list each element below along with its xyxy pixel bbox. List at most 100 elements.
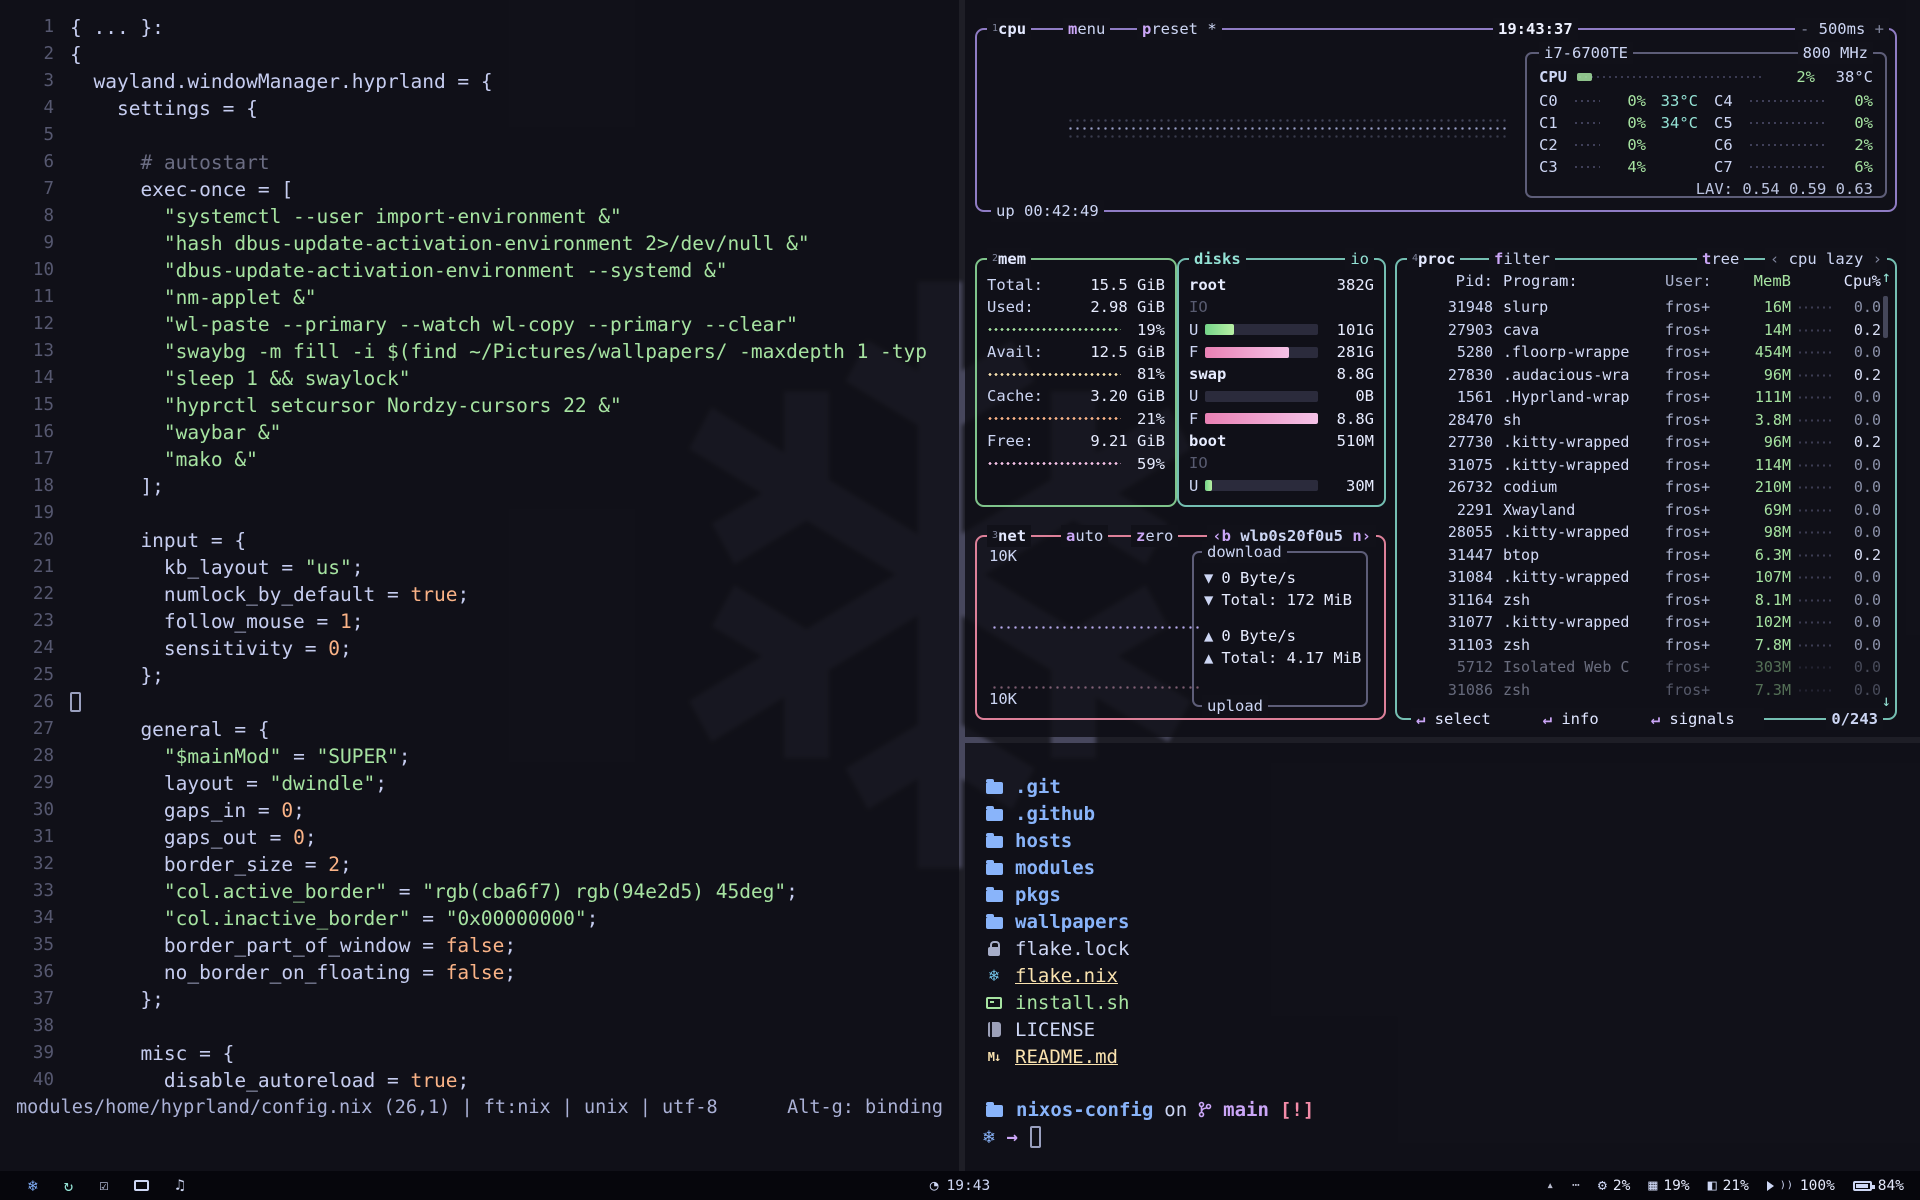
editor-line[interactable]: 3 wayland.windowManager.hyprland = { [0, 68, 959, 95]
file-entry[interactable]: ❄flake.nix [983, 962, 1920, 989]
process-scrollbar[interactable] [1883, 296, 1888, 338]
proc-footer-button[interactable]: ↵ select [1416, 708, 1491, 730]
memory-box-title[interactable]: 2mem [987, 248, 1031, 270]
process-row[interactable]: 31948slurpfros+16M0.0 [1411, 296, 1881, 319]
editor-line[interactable]: 25 }; [0, 662, 959, 689]
preset-button[interactable]: preset * [1137, 18, 1222, 40]
terminal-launcher-icon[interactable] [134, 1180, 149, 1191]
bar-metric-battery[interactable]: 84% [1853, 1178, 1904, 1194]
editor-line[interactable]: 10 "dbus-update-activation-environment -… [0, 257, 959, 284]
editor-line[interactable]: 30 gaps_in = 0; [0, 797, 959, 824]
proc-footer-button[interactable]: ↵ info [1543, 708, 1599, 730]
tray-overflow-icon[interactable]: ⋯ [1572, 1178, 1580, 1193]
scroll-up-icon[interactable]: ↑ [1882, 268, 1891, 286]
cpu-box-title[interactable]: 1cpu [987, 18, 1031, 40]
header-cpu[interactable]: Cpu% [1837, 270, 1881, 296]
header-pid[interactable]: Pid: [1411, 270, 1493, 296]
editor-line[interactable]: 33 "col.active_border" = "rgb(cba6f7) rg… [0, 878, 959, 905]
bar-metric-disk[interactable]: ◧21% [1708, 1178, 1749, 1194]
network-box-title[interactable]: 3net [987, 525, 1031, 547]
header-program[interactable]: Program: [1493, 270, 1665, 296]
process-row[interactable]: 31103zshfros+7.8M0.0 [1411, 634, 1881, 657]
editor-line[interactable]: 12 "wl-paste --primary --watch wl-copy -… [0, 311, 959, 338]
editor-line[interactable]: 26 [0, 689, 959, 716]
disks-box-title[interactable]: disks [1189, 248, 1246, 270]
update-interval-control[interactable]: - 500ms + [1795, 18, 1889, 40]
editor-line[interactable]: 7 exec-once = [ [0, 176, 959, 203]
editor-line[interactable]: 38 [0, 1013, 959, 1040]
editor-line[interactable]: 21 kb_layout = "us"; [0, 554, 959, 581]
music-icon[interactable]: ♫ [175, 1178, 184, 1193]
editor-line[interactable]: 19 [0, 500, 959, 527]
nixos-launcher-icon[interactable]: ❄ [28, 1178, 38, 1194]
process-row[interactable]: 27730.kitty-wrappedfros+96M0.2 [1411, 431, 1881, 454]
editor-line[interactable]: 27 general = { [0, 716, 959, 743]
shell-input-line[interactable]: ❄ → [965, 1123, 1920, 1150]
process-row[interactable]: 27903cavafros+14M0.2 [1411, 319, 1881, 342]
editor-line[interactable]: 40 disable_autoreload = true; [0, 1067, 959, 1094]
process-row[interactable]: 26732codiumfros+210M0.0 [1411, 476, 1881, 499]
editor-line[interactable]: 34 "col.inactive_border" = "0x00000000"; [0, 905, 959, 932]
editor-line[interactable]: 28 "$mainMod" = "SUPER"; [0, 743, 959, 770]
process-row[interactable]: 31447btopfros+6.3M0.2 [1411, 544, 1881, 567]
editor-line[interactable]: 15 "hyprctl setcursor Nordzy-cursors 22 … [0, 392, 959, 419]
process-row[interactable]: 31164zshfros+8.1M0.0 [1411, 589, 1881, 612]
editor-line[interactable]: 16 "waybar &" [0, 419, 959, 446]
clock-time[interactable]: 19:43 [947, 1178, 991, 1194]
process-row[interactable]: 28470shfros+3.8M0.0 [1411, 409, 1881, 432]
editor-line[interactable]: 35 border_part_of_window = false; [0, 932, 959, 959]
process-row[interactable]: 28055.kitty-wrappedfros+98M0.0 [1411, 521, 1881, 544]
editor-text-area[interactable]: 1{ ... }:2{3 wayland.windowManager.hyprl… [0, 0, 959, 1094]
tasks-icon[interactable]: ☑ [99, 1178, 108, 1193]
editor-line[interactable]: 5 [0, 122, 959, 149]
editor-line[interactable]: 9 "hash dbus-update-activation-environme… [0, 230, 959, 257]
editor-line[interactable]: 8 "systemctl --user import-environment &… [0, 203, 959, 230]
editor-line[interactable]: 18 ]; [0, 473, 959, 500]
editor-line[interactable]: 31 gaps_out = 0; [0, 824, 959, 851]
process-row[interactable]: 2291Xwaylandfros+69M0.0 [1411, 499, 1881, 522]
menu-button[interactable]: menu [1063, 18, 1110, 40]
process-row[interactable]: 31077.kitty-wrappedfros+102M0.0 [1411, 611, 1881, 634]
process-row[interactable]: 31086zshfros+7.3M0.0 [1411, 679, 1881, 702]
process-row[interactable]: 5712Isolated Web Cfros+303M0.0 [1411, 656, 1881, 679]
editor-line[interactable]: 32 border_size = 2; [0, 851, 959, 878]
editor-line[interactable]: 6 # autostart [0, 149, 959, 176]
editor-line[interactable]: 36 no_border_on_floating = false; [0, 959, 959, 986]
editor-line[interactable]: 29 layout = "dwindle"; [0, 770, 959, 797]
process-row[interactable]: 1561.Hyprland-wrapfros+111M0.0 [1411, 386, 1881, 409]
editor-window[interactable]: 1{ ... }:2{3 wayland.windowManager.hyprl… [0, 0, 959, 1171]
editor-line[interactable]: 37 }; [0, 986, 959, 1013]
process-row[interactable]: 27830.audacious-wrafros+96M0.2 [1411, 364, 1881, 387]
tray-expander-icon[interactable]: ▴ [1546, 1178, 1554, 1193]
editor-line[interactable]: 2{ [0, 41, 959, 68]
editor-line[interactable]: 13 "swaybg -m fill -i $(find ~/Pictures/… [0, 338, 959, 365]
io-mode-button[interactable]: io [1345, 248, 1374, 270]
process-table-header[interactable]: Pid: Program: User: MemB Cpu% [1411, 270, 1881, 296]
editor-line[interactable]: 22 numlock_by_default = true; [0, 581, 959, 608]
editor-line[interactable]: 17 "mako &" [0, 446, 959, 473]
bar-metric-memory[interactable]: ▦19% [1648, 1178, 1689, 1194]
terminal-window[interactable]: .git.githubhostsmodulespkgswallpapersfla… [965, 743, 1920, 1171]
file-entry[interactable]: M↓README.md [983, 1043, 1920, 1070]
bar-metric-volume[interactable]: ))100% [1767, 1178, 1835, 1194]
process-row[interactable]: 5280.floorp-wrappefros+454M0.0 [1411, 341, 1881, 364]
system-monitor-window[interactable]: 1cpu menu preset * 19:43:37 - 500ms + i7… [965, 0, 1920, 737]
header-mem[interactable]: MemB [1735, 270, 1791, 296]
net-zero-button[interactable]: zero [1131, 525, 1178, 547]
editor-line[interactable]: 39 misc = { [0, 1040, 959, 1067]
process-row[interactable]: 31075.kitty-wrappedfros+114M0.0 [1411, 454, 1881, 477]
proc-footer-button[interactable]: ↵ signals [1651, 708, 1735, 730]
editor-line[interactable]: 20 input = { [0, 527, 959, 554]
editor-line[interactable]: 24 sensitivity = 0; [0, 635, 959, 662]
editor-line[interactable]: 14 "sleep 1 && swaylock" [0, 365, 959, 392]
scroll-down-icon[interactable]: ↓ [1882, 692, 1891, 710]
process-row[interactable]: 31084.kitty-wrappedfros+107M0.0 [1411, 566, 1881, 589]
editor-line[interactable]: 4 settings = { [0, 95, 959, 122]
editor-line[interactable]: 23 follow_mouse = 1; [0, 608, 959, 635]
editor-line[interactable]: 1{ ... }: [0, 14, 959, 41]
editor-line[interactable]: 11 "nm-applet &" [0, 284, 959, 311]
bar-metric-cpu[interactable]: ⚙2% [1598, 1178, 1631, 1194]
header-user[interactable]: User: [1665, 270, 1735, 296]
net-auto-button[interactable]: auto [1061, 525, 1108, 547]
update-icon[interactable]: ↻ [64, 1178, 74, 1194]
